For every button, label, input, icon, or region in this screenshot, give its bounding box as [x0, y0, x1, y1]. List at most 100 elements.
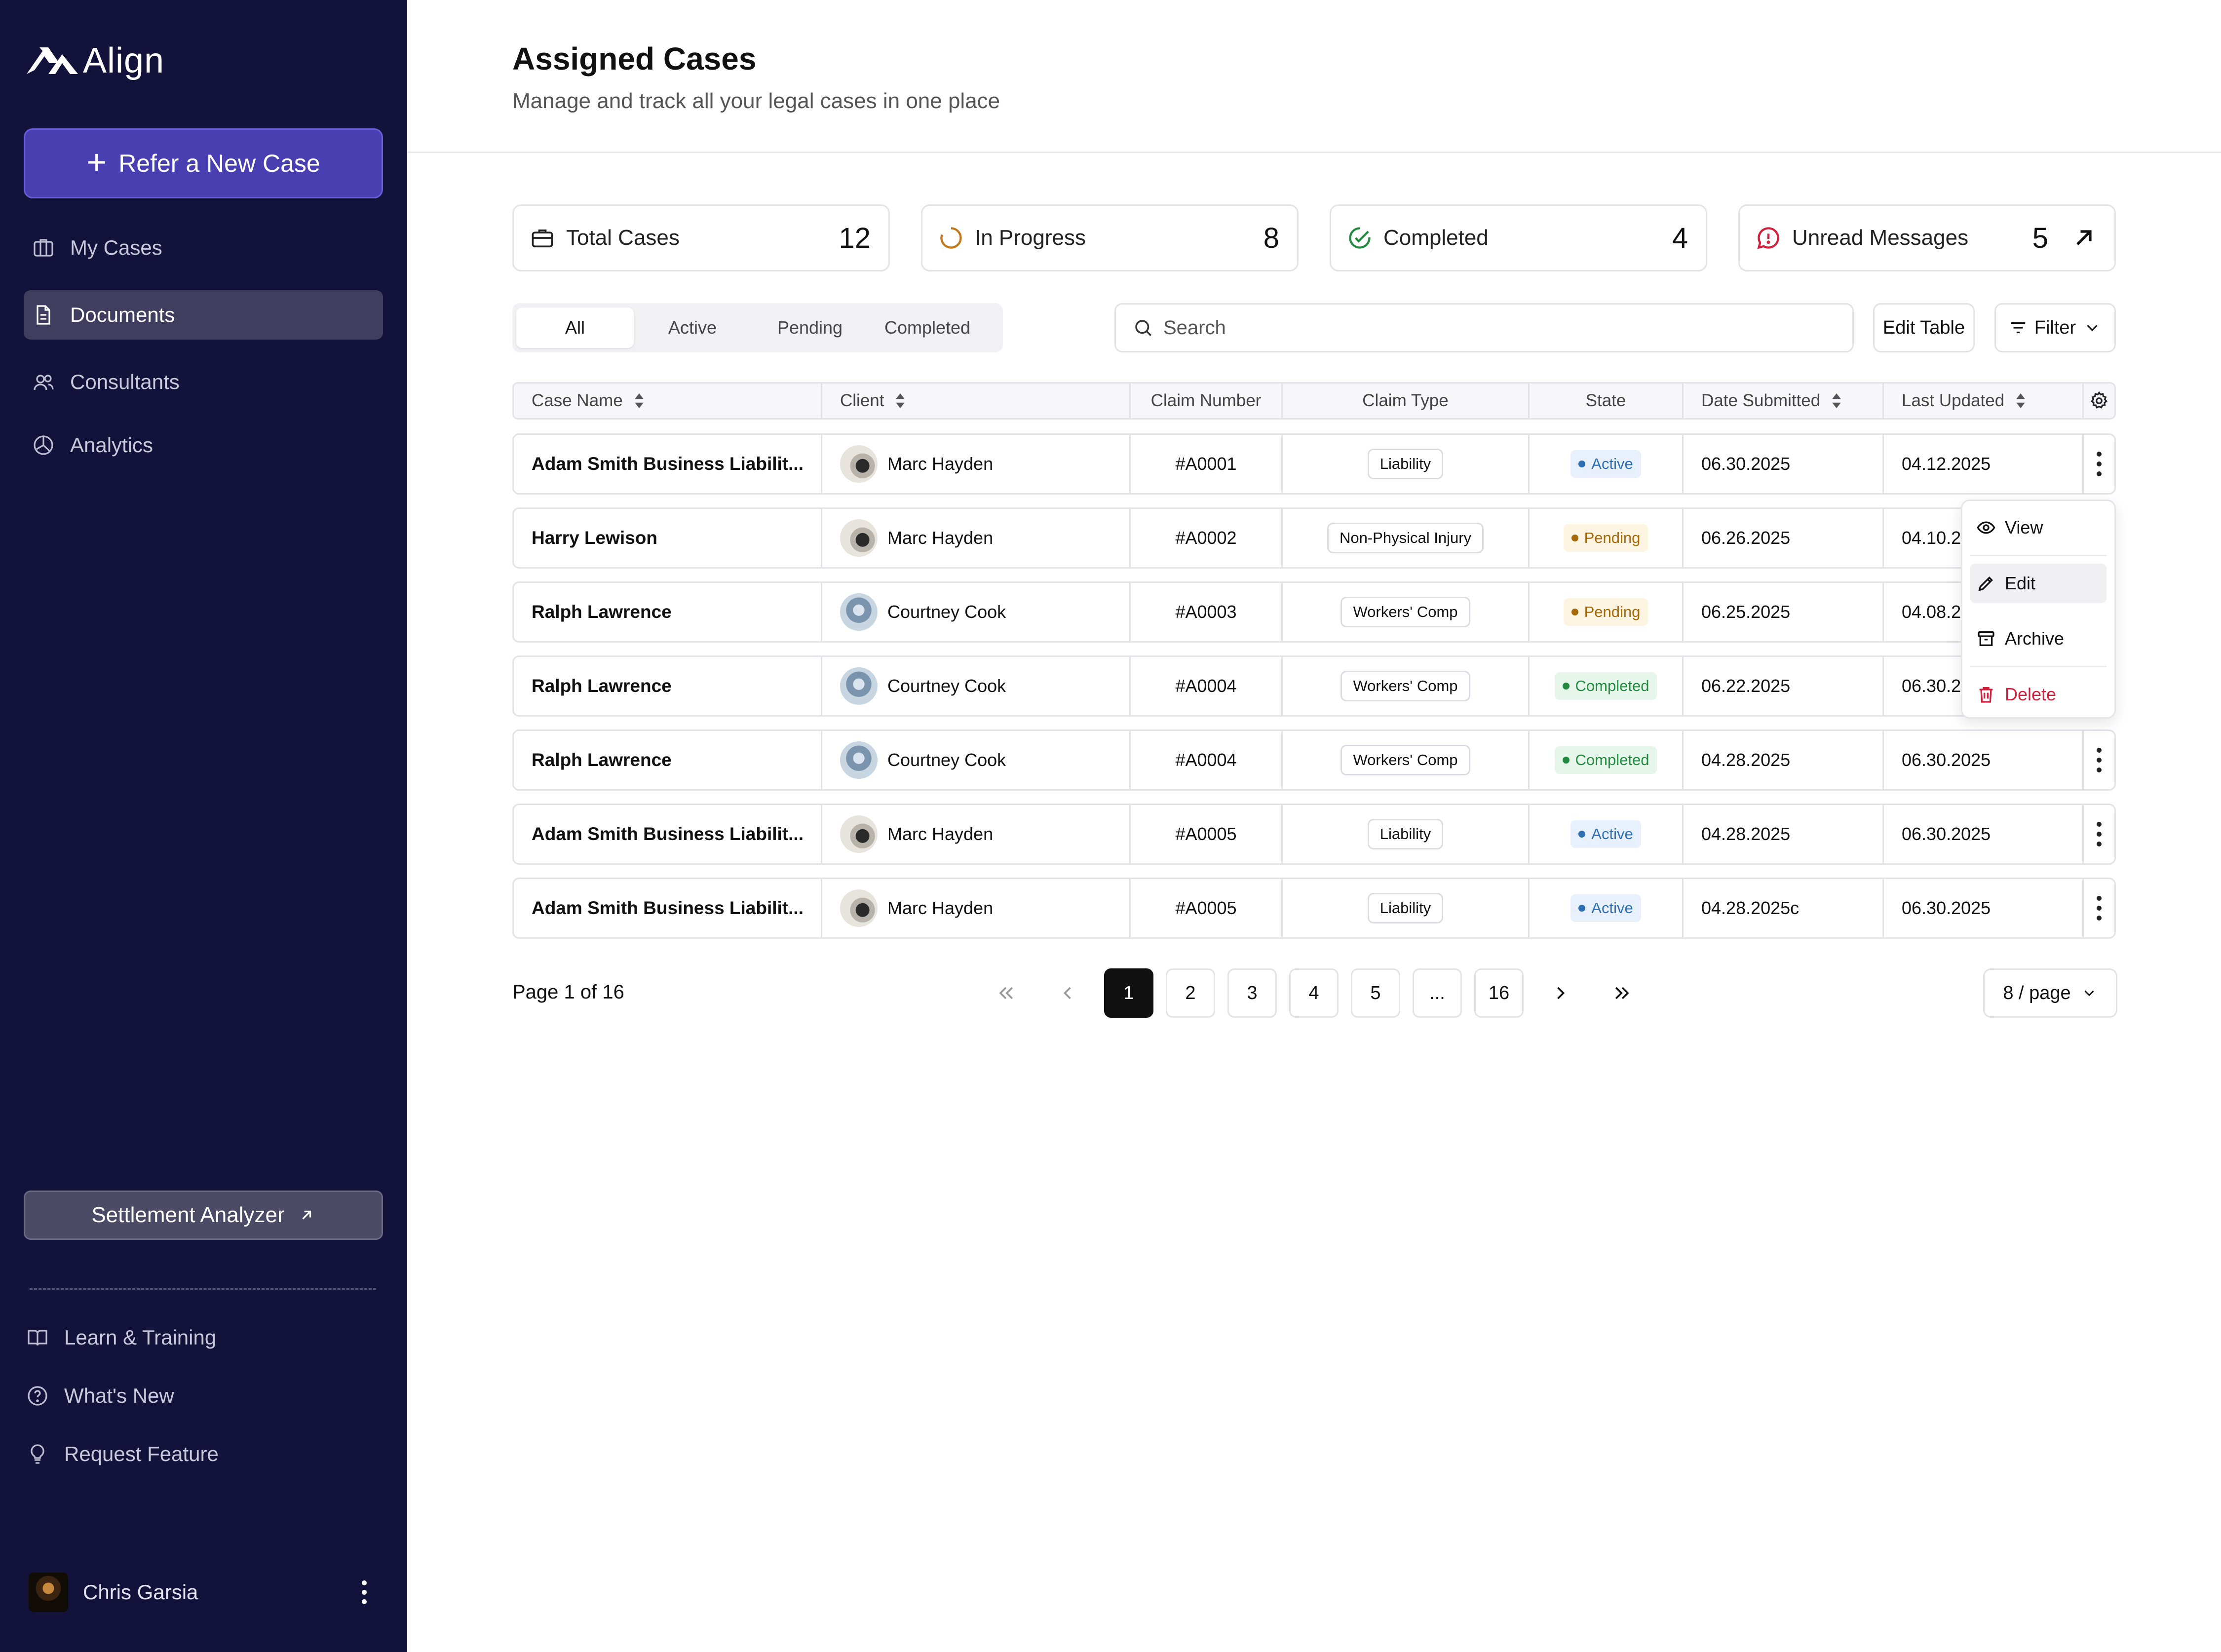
cell-date-submitted: 06.30.2025 — [1684, 435, 1884, 493]
status-label: Active — [1591, 825, 1633, 843]
search-input[interactable] — [1163, 316, 1805, 339]
pie-chart-icon — [34, 435, 53, 455]
cell-claim-type: Non-Physical Injury — [1283, 509, 1530, 567]
table-row[interactable]: Ralph Lawrence Courtney Cook #A0003 Workers… — [512, 581, 2116, 643]
client-name: Marc Hayden — [887, 824, 994, 844]
sidebar-item-whats-new[interactable]: What's New — [24, 1371, 383, 1421]
status-badge: Pending — [1563, 598, 1648, 626]
stat-label: Total Cases — [566, 226, 680, 250]
arrow-up-right-icon[interactable] — [2071, 225, 2097, 251]
cell-date-submitted: 06.26.2025 — [1684, 509, 1884, 567]
tab-all[interactable]: All — [516, 307, 634, 348]
tab-completed[interactable]: Completed — [869, 307, 986, 348]
last-page-button[interactable] — [1598, 968, 1647, 1018]
claim-type-chip: Workers' Comp — [1340, 671, 1470, 701]
status-badge: Active — [1570, 450, 1641, 478]
status-tabs: All Active Pending Completed — [512, 303, 1003, 352]
brand-logo[interactable]: Align — [25, 40, 164, 81]
claim-type-chip: Liability — [1367, 449, 1444, 479]
status-label: Active — [1591, 899, 1633, 917]
client-name: Marc Hayden — [887, 898, 994, 918]
table-row[interactable]: Adam Smith Business Liabilit... Marc Hayd… — [512, 878, 2116, 939]
menu-item-archive[interactable]: Archive — [1970, 619, 2106, 658]
page-button-5[interactable]: 5 — [1351, 968, 1400, 1018]
status-dot-icon — [1571, 535, 1578, 541]
page-button-16[interactable]: 16 — [1474, 968, 1524, 1018]
cell-case-name: Ralph Lawrence — [514, 583, 822, 641]
column-header-last-updated[interactable]: Last Updated — [1884, 384, 2084, 418]
page-button-2[interactable]: 2 — [1166, 968, 1215, 1018]
column-header-case-name[interactable]: Case Name — [514, 384, 822, 418]
cell-last-updated: 06.30.2025 — [1884, 805, 2084, 863]
row-actions-kebab-icon[interactable] — [2084, 805, 2114, 863]
stat-label: Unread Messages — [1792, 226, 1969, 250]
lightbulb-icon — [31, 1444, 44, 1464]
table-row[interactable]: Harry Lewison Marc Hayden #A0002 Non-Physic… — [512, 507, 2116, 569]
column-header-client[interactable]: Client — [822, 384, 1131, 418]
settlement-analyzer-label: Settlement Analyzer — [91, 1203, 285, 1227]
edit-table-button[interactable]: Edit Table — [1873, 303, 1975, 352]
menu-divider — [1970, 666, 2106, 667]
prev-page-button[interactable] — [1043, 968, 1092, 1018]
table-row[interactable]: Adam Smith Business Liabilit... Marc Hayd… — [512, 433, 2116, 495]
tab-pending[interactable]: Pending — [751, 307, 869, 348]
sidebar-item-analytics[interactable]: Analytics — [24, 421, 383, 470]
cell-last-updated: 06.30.2025 — [1884, 731, 2084, 789]
row-actions-kebab-icon[interactable] — [2084, 879, 2114, 937]
page-button-3[interactable]: 3 — [1227, 968, 1277, 1018]
page-button-4[interactable]: 4 — [1289, 968, 1339, 1018]
stat-card-unread-messages[interactable]: Unread Messages 5 — [1738, 204, 2116, 271]
cell-claim-number: #A0001 — [1131, 435, 1283, 493]
double-chevron-left-icon — [999, 987, 1013, 999]
status-badge: Active — [1570, 894, 1641, 922]
column-header-date-submitted[interactable]: Date Submitted — [1684, 384, 1884, 418]
user-profile[interactable]: Chris Garsia — [29, 1571, 374, 1614]
cell-state: Active — [1530, 435, 1684, 493]
stat-value: 12 — [839, 222, 871, 254]
client-name: Courtney Cook — [887, 602, 1006, 622]
table-settings[interactable] — [2084, 384, 2114, 418]
row-actions-kebab-icon[interactable] — [2084, 731, 2114, 789]
table-row[interactable]: Adam Smith Business Liabilit... Marc Hayd… — [512, 804, 2116, 865]
status-label: Pending — [1584, 529, 1641, 546]
avatar — [840, 445, 878, 483]
table-row[interactable]: Ralph Lawrence Courtney Cook #A0004 Workers… — [512, 730, 2116, 791]
stat-card-total-cases: Total Cases 12 — [512, 204, 890, 271]
sidebar-item-consultants[interactable]: Consultants — [24, 357, 383, 407]
avatar — [29, 1573, 68, 1612]
filter-button[interactable]: Filter — [1994, 303, 2116, 352]
status-dot-icon — [1571, 609, 1578, 615]
sidebar-item-learn-training[interactable]: Learn & Training — [24, 1313, 383, 1362]
next-page-button[interactable] — [1536, 968, 1585, 1018]
menu-item-view[interactable]: View — [1970, 508, 2106, 547]
tab-active[interactable]: Active — [634, 307, 751, 348]
sort-icon — [635, 393, 644, 408]
first-page-button[interactable] — [981, 968, 1031, 1018]
users-icon — [34, 375, 54, 390]
status-label: Active — [1591, 455, 1633, 472]
refer-new-case-button[interactable]: + Refer a New Case — [24, 128, 383, 198]
page-button-1[interactable]: 1 — [1104, 968, 1153, 1018]
document-icon — [37, 305, 50, 325]
filter-lines-icon — [2011, 322, 2026, 334]
column-label: Last Updated — [1902, 391, 2005, 410]
trash-icon — [1979, 687, 1993, 703]
menu-item-edit[interactable]: Edit — [1970, 564, 2106, 603]
eye-icon — [1977, 521, 1995, 534]
cell-claim-number: #A0005 — [1131, 805, 1283, 863]
chevron-right-icon — [1557, 987, 1565, 999]
chevron-down-icon — [2084, 990, 2094, 997]
sidebar-item-documents[interactable]: Documents — [24, 290, 383, 340]
table-row[interactable]: Ralph Lawrence Courtney Cook #A0004 Workers… — [512, 655, 2116, 717]
cell-date-submitted: 04.28.2025c — [1684, 879, 1884, 937]
user-menu-kebab-icon[interactable] — [354, 1580, 374, 1604]
per-page-select[interactable]: 8 / page — [1983, 968, 2117, 1018]
row-actions-kebab-icon[interactable] — [2084, 435, 2114, 493]
sidebar-item-request-feature[interactable]: Request Feature — [24, 1429, 383, 1479]
cell-case-name: Ralph Lawrence — [514, 731, 822, 789]
sidebar-item-my-cases[interactable]: My Cases — [24, 223, 383, 272]
menu-item-delete[interactable]: Delete — [1970, 675, 2106, 714]
status-dot-icon — [1562, 683, 1570, 690]
case-name: Adam Smith Business Liabilit... — [532, 898, 804, 918]
settlement-analyzer-button[interactable]: Settlement Analyzer — [24, 1191, 383, 1240]
